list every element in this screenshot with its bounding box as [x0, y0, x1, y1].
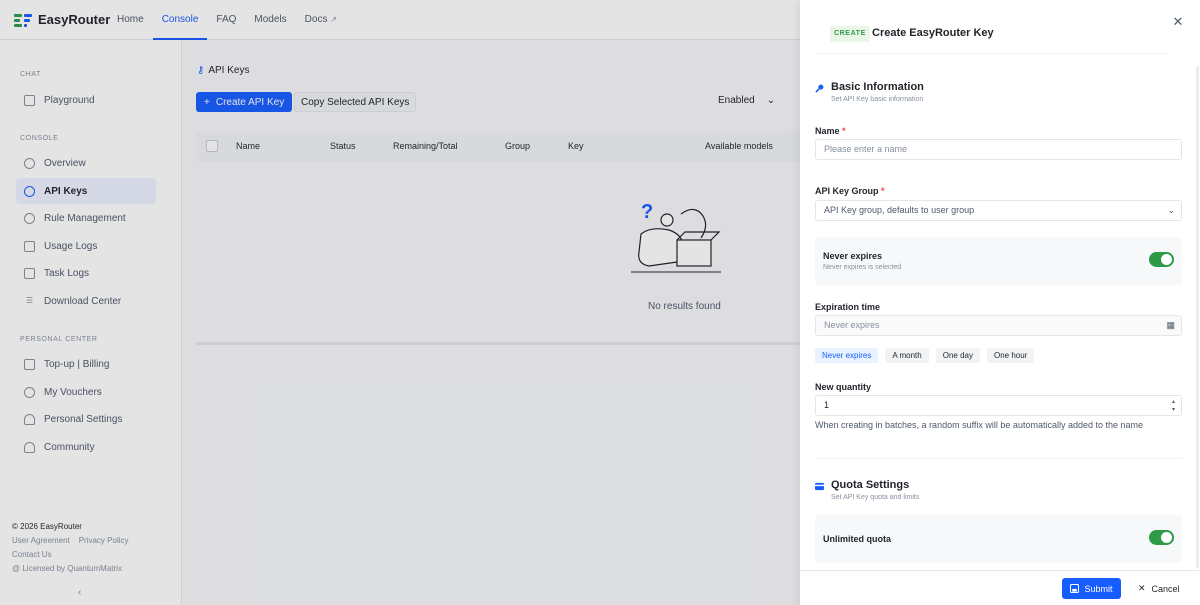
group-label-text: API Key Group — [815, 186, 879, 196]
stepper-arrows-icon[interactable]: ▴ ▾ — [1172, 398, 1175, 414]
required-mark: * — [842, 126, 846, 136]
credit-card-icon — [815, 482, 824, 491]
drawer-scrollbar[interactable] — [1196, 66, 1199, 569]
quota-section-header: Quota Settings Set API Key quota and lim… — [815, 479, 919, 501]
name-field-label: Name * — [815, 126, 846, 136]
quantity-help-text: When creating in batches, a random suffi… — [815, 420, 1144, 430]
preset-one-hour[interactable]: One hour — [986, 348, 1035, 363]
group-select-placeholder: API Key group, defaults to user group — [824, 205, 975, 215]
cancel-label: Cancel — [1151, 583, 1180, 594]
cancel-button[interactable]: ✕ Cancel — [1132, 578, 1186, 599]
never-expires-title: Never expires — [823, 251, 883, 261]
name-label-text: Name — [815, 126, 840, 136]
create-key-drawer: CREATE Create EasyRouter Key ✕ Basic Inf… — [800, 0, 1200, 605]
modal-overlay[interactable] — [0, 0, 800, 605]
unlimited-quota-row: Unlimited quota — [815, 515, 1182, 563]
submit-button[interactable]: Submit — [1062, 578, 1121, 599]
drawer-body[interactable]: Basic Information Set API Key basic info… — [800, 70, 1200, 570]
drawer-title: Create EasyRouter Key — [872, 27, 994, 39]
basic-info-title: Basic Information — [831, 81, 924, 93]
chevron-down-icon: ⌄ — [1167, 205, 1175, 215]
quantity-label: New quantity — [815, 382, 872, 392]
basic-info-subtitle: Set API Key basic information — [831, 96, 924, 103]
required-mark: * — [881, 186, 885, 196]
quota-subtitle: Set API Key quota and limits — [831, 494, 920, 501]
expiration-placeholder: Never expires — [824, 320, 880, 330]
name-input[interactable]: Please enter a name — [815, 139, 1182, 160]
api-key-group-select[interactable]: API Key group, defaults to user group ⌄ — [815, 200, 1182, 221]
expiration-date-picker[interactable]: Never expires ▦ — [815, 315, 1182, 336]
create-tag: CREATE — [830, 26, 870, 42]
preset-never-expires[interactable]: Never expires — [815, 348, 879, 363]
group-field-label: API Key Group * — [815, 186, 885, 196]
never-expires-subtitle: Never expires is selected — [823, 264, 902, 271]
expiration-label: Expiration time — [815, 302, 881, 312]
quantity-value: 1 — [824, 400, 830, 410]
unlimited-quota-toggle[interactable] — [1149, 530, 1174, 545]
drawer-footer: Submit ✕ Cancel — [800, 570, 1200, 605]
header-divider — [815, 53, 1170, 54]
key-icon — [815, 84, 824, 93]
basic-info-section-header: Basic Information Set API Key basic info… — [815, 81, 924, 103]
never-expires-toggle[interactable] — [1149, 252, 1174, 267]
never-expires-row: Never expires Never expires is selected — [815, 237, 1182, 285]
expiration-presets: Never expires A month One day One hour — [815, 348, 1035, 363]
calendar-icon: ▦ — [1166, 320, 1175, 330]
quota-title: Quota Settings — [831, 479, 910, 491]
submit-label: Submit — [1084, 583, 1113, 594]
section-divider — [815, 458, 1182, 459]
close-icon[interactable]: ✕ — [1171, 15, 1185, 29]
preset-a-month[interactable]: A month — [885, 348, 929, 363]
unlimited-quota-title: Unlimited quota — [823, 534, 891, 544]
preset-one-day[interactable]: One day — [935, 348, 980, 363]
save-icon — [1070, 584, 1080, 593]
close-icon: ✕ — [1138, 583, 1146, 593]
quantity-stepper[interactable]: 1 ▴ ▾ — [815, 395, 1182, 416]
drawer-header: CREATE Create EasyRouter Key ✕ — [800, 0, 1200, 70]
